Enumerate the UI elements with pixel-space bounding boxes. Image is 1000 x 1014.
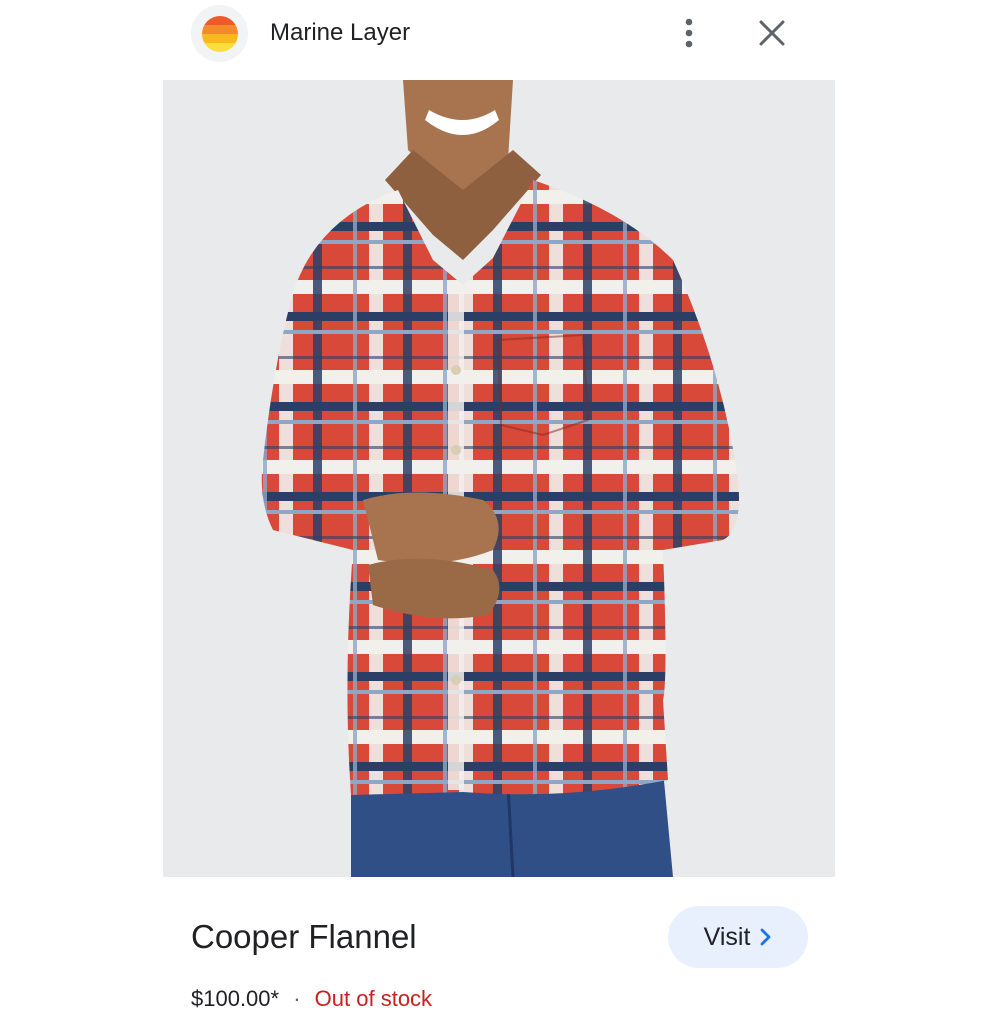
marine-layer-logo-icon xyxy=(201,15,238,52)
product-price: $100.00* xyxy=(191,986,280,1011)
stock-status: Out of stock xyxy=(314,986,433,1011)
product-image[interactable] xyxy=(163,80,835,877)
close-button[interactable] xyxy=(752,13,792,53)
chevron-right-icon xyxy=(760,928,771,946)
product-title: Cooper Flannel xyxy=(191,918,417,955)
visit-button-label: Visit xyxy=(703,922,751,951)
more-options-button[interactable] xyxy=(670,13,708,53)
site-logo[interactable] xyxy=(191,5,248,62)
product-photo-plaid-flannel-shirt xyxy=(163,80,835,877)
close-icon xyxy=(759,20,785,46)
site-name: Marine Layer xyxy=(270,19,411,46)
more-vert-icon xyxy=(685,18,693,48)
separator-dot: · xyxy=(293,986,301,1011)
price-line: $100.00* · Out of stock xyxy=(191,984,432,1014)
header: Marine Layer xyxy=(0,0,1000,70)
visit-button[interactable]: Visit xyxy=(668,906,808,968)
